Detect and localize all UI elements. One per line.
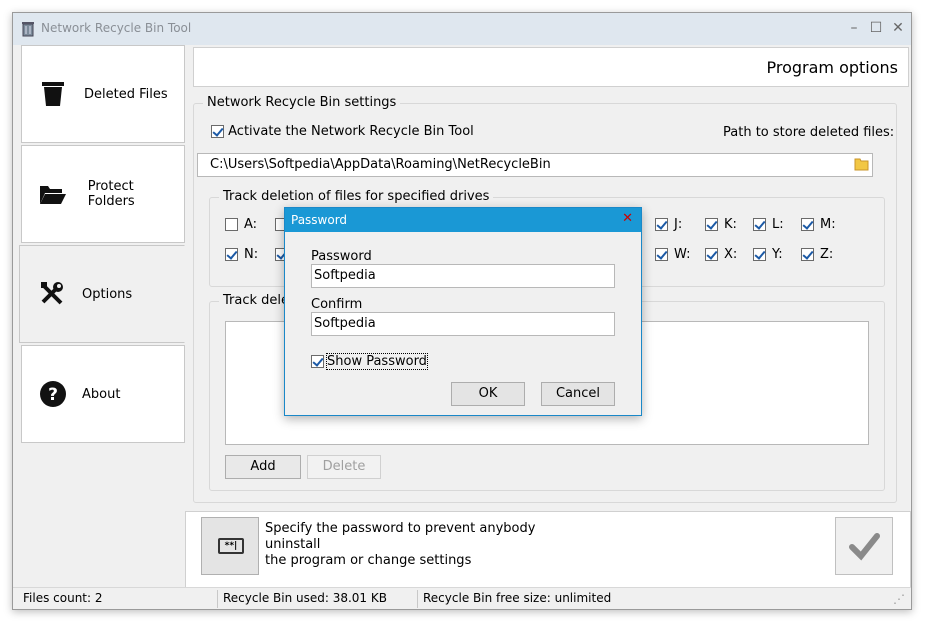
drive-z-checkbox[interactable]: Z:: [801, 247, 833, 262]
password-dialog: Password ✕ Password Softpedia Confirm So…: [284, 207, 642, 416]
folders-legend: Track dele: [219, 293, 294, 308]
recycle-bin-app-icon: [22, 22, 34, 37]
bin-used: Recycle Bin used: 38.01 KB: [223, 591, 387, 605]
resize-grip-icon[interactable]: ⋰: [893, 592, 905, 606]
sidebar-item-deleted-files[interactable]: Deleted Files: [21, 45, 185, 143]
password-button[interactable]: **|: [201, 517, 259, 575]
confirm-label: Confirm: [311, 297, 363, 312]
password-key-icon: **|: [218, 538, 244, 554]
header-panel: Program options: [193, 47, 909, 87]
title-bar[interactable]: Network Recycle Bin Tool – ☐ ✕: [13, 13, 911, 45]
drive-l-checkbox[interactable]: L:: [753, 217, 784, 232]
activate-label: Activate the Network Recycle Bin Tool: [228, 124, 474, 139]
sidebar-item-label: Deleted Files: [84, 86, 168, 102]
path-label: Path to store deleted files:: [723, 125, 895, 140]
activate-checkbox-box[interactable]: [211, 125, 224, 138]
minimize-icon[interactable]: –: [843, 17, 865, 39]
password-label: Password: [311, 249, 372, 264]
password-input[interactable]: Softpedia: [311, 264, 615, 288]
page-title: Program options: [766, 58, 898, 77]
drive-m-checkbox[interactable]: M:: [801, 217, 836, 232]
sidebar-item-options[interactable]: Options: [19, 245, 185, 343]
activate-checkbox[interactable]: Activate the Network Recycle Bin Tool: [211, 124, 474, 139]
sidebar-item-label: Protect Folders: [87, 179, 135, 209]
maximize-icon[interactable]: ☐: [865, 17, 887, 39]
files-count: Files count: 2: [23, 591, 103, 605]
browse-folder-icon[interactable]: [854, 157, 870, 171]
tools-icon: [38, 279, 68, 309]
ok-button[interactable]: OK: [451, 382, 525, 406]
sidebar-item-label: Options: [82, 286, 133, 302]
sidebar: Deleted Files Protect Folders Options ? …: [19, 45, 185, 445]
dialog-close-icon[interactable]: ✕: [622, 211, 633, 226]
folder-open-icon: [38, 179, 68, 209]
show-password-box[interactable]: [311, 355, 324, 368]
add-button[interactable]: Add: [225, 455, 301, 479]
sidebar-item-protect-folders[interactable]: Protect Folders: [21, 145, 185, 243]
path-value: C:\Users\Softpedia\AppData\Roaming\NetRe…: [210, 157, 551, 172]
checkmark-icon: [849, 533, 880, 561]
trash-icon: [38, 79, 68, 109]
delete-button[interactable]: Delete: [307, 455, 381, 479]
status-bar: Files count: 2 Recycle Bin used: 38.01 K…: [13, 587, 911, 609]
drive-y-checkbox[interactable]: Y:: [753, 247, 783, 262]
drives-legend: Track deletion of files for specified dr…: [219, 189, 494, 204]
sidebar-item-about[interactable]: ? About: [21, 345, 185, 443]
show-password-label: Show Password: [326, 353, 428, 370]
dialog-title: Password: [291, 213, 348, 227]
drive-a-checkbox[interactable]: A:: [225, 217, 257, 232]
close-icon[interactable]: ✕: [887, 17, 909, 39]
drive-x-checkbox[interactable]: X:: [705, 247, 737, 262]
drive-n-checkbox[interactable]: N:: [225, 247, 258, 262]
password-hint: Specify the password to prevent anybody …: [265, 521, 536, 568]
bin-free-size: Recycle Bin free size: unlimited: [423, 591, 612, 605]
svg-text:?: ?: [48, 385, 58, 405]
drive-k-checkbox[interactable]: K:: [705, 217, 737, 232]
drive-w-checkbox[interactable]: W:: [655, 247, 690, 262]
apply-button[interactable]: [835, 517, 893, 575]
window-title: Network Recycle Bin Tool: [41, 21, 192, 35]
confirm-input[interactable]: Softpedia: [311, 312, 615, 336]
settings-legend: Network Recycle Bin settings: [203, 95, 401, 110]
show-password-checkbox[interactable]: Show Password: [311, 353, 428, 370]
drive-j-checkbox[interactable]: J:: [655, 217, 682, 232]
question-icon: ?: [38, 379, 68, 409]
sidebar-item-label: About: [82, 386, 121, 402]
dialog-title-bar[interactable]: Password ✕: [285, 208, 641, 232]
cancel-button[interactable]: Cancel: [541, 382, 615, 406]
path-input[interactable]: C:\Users\Softpedia\AppData\Roaming\NetRe…: [197, 153, 873, 177]
